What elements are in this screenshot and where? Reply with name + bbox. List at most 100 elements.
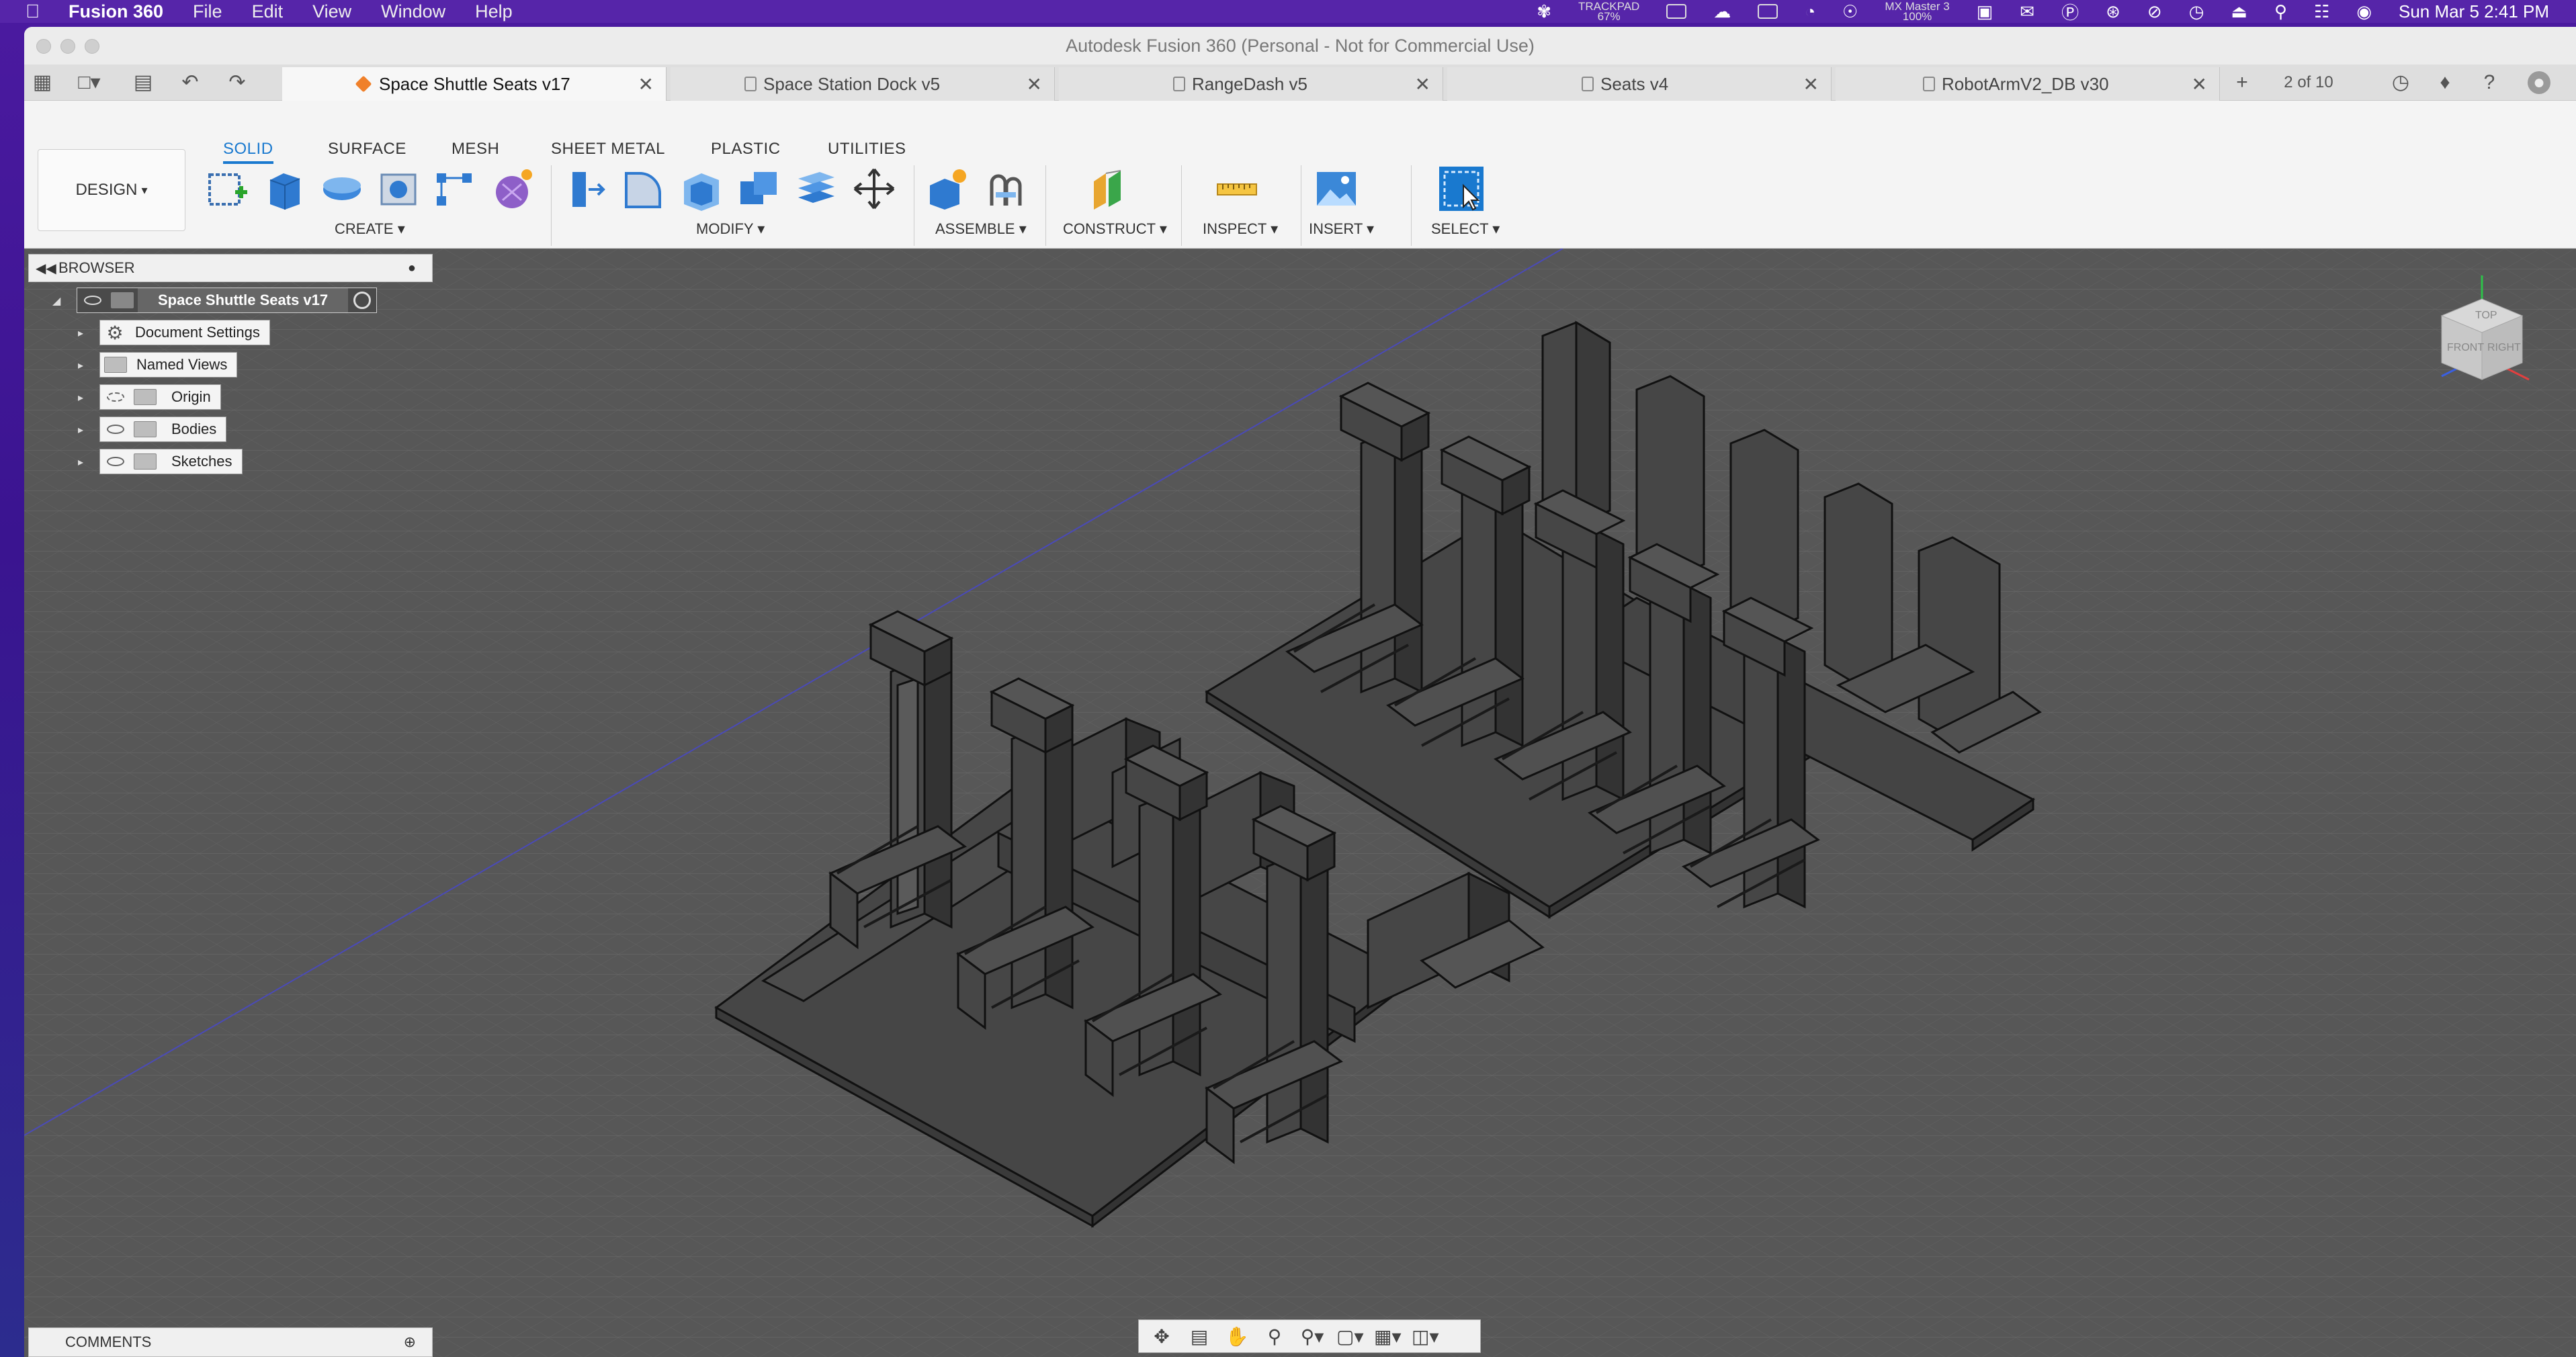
revolve-icon[interactable] (318, 165, 366, 212)
expand-icon[interactable]: ▸ (78, 423, 83, 437)
assemble-menu[interactable]: ASSEMBLE ▾ (935, 220, 1027, 238)
chat-icon[interactable]: ✉ (2020, 1, 2034, 22)
screen-icon[interactable] (1666, 4, 1687, 19)
redo-icon[interactable]: ↷ (226, 71, 249, 94)
insert-image-icon[interactable] (1313, 165, 1360, 212)
menu-view[interactable]: View (312, 1, 351, 22)
zoom-icon[interactable]: ⚲ (1261, 1325, 1288, 1348)
tab-surface[interactable]: SURFACE (328, 140, 406, 159)
history-icon[interactable]: ◷ (2389, 71, 2412, 94)
close-tab-icon[interactable]: ✕ (1027, 73, 1042, 95)
display-icon[interactable] (1758, 4, 1778, 19)
insert-menu[interactable]: INSERT ▾ (1309, 220, 1374, 238)
grid-settings-icon[interactable]: ▦▾ (1374, 1325, 1402, 1348)
datetime[interactable]: Sun Mar 5 2:41 PM (2399, 1, 2549, 22)
expand-root-icon[interactable]: ◢ (52, 294, 60, 308)
fillet-icon[interactable] (619, 165, 667, 212)
viewports-icon[interactable]: ◫▾ (1412, 1325, 1439, 1348)
avatar[interactable]: ● (2528, 71, 2550, 94)
tab-utilities[interactable]: UTILITIES (828, 140, 906, 159)
apple-menu-icon[interactable]:  (26, 1, 46, 22)
job-status[interactable]: 2 of 10 (2268, 71, 2349, 94)
inspect-menu[interactable]: INSPECT ▾ (1203, 220, 1278, 238)
hidden-eye-icon[interactable] (107, 392, 124, 402)
eject-icon[interactable]: ⏏ (2231, 1, 2247, 22)
browser-item-named-views[interactable]: Named Views (99, 352, 238, 378)
workspace-switcher[interactable]: DESIGN ▾ (38, 149, 185, 231)
mute-icon[interactable]: ⊘ (2147, 1, 2162, 22)
tab-space-shuttle-seats[interactable]: Space Shuttle Seats v17 ✕ (282, 67, 667, 101)
tab-solid[interactable]: SOLID (223, 140, 273, 164)
control-center-icon[interactable]: ☷ (2314, 1, 2329, 22)
create-menu[interactable]: CREATE ▾ (335, 220, 405, 238)
expand-icon[interactable]: ▸ (78, 455, 83, 469)
browser-item-sketches[interactable]: Sketches (99, 449, 243, 474)
construct-menu[interactable]: CONSTRUCT ▾ (1063, 220, 1167, 238)
browser-pin-icon[interactable]: ● (408, 261, 416, 276)
data-panel-grid-icon[interactable]: ▦ (31, 71, 54, 94)
browser-panel-header[interactable]: ◀◀ BROWSER ● (28, 254, 433, 282)
notifications-icon[interactable]: ♦ (2434, 71, 2456, 94)
visibility-eye-icon[interactable] (107, 425, 124, 434)
hole-icon[interactable] (375, 165, 422, 212)
save-icon[interactable]: ▤ (132, 71, 155, 94)
mouse-battery[interactable]: MX Master 3 100% (1885, 1, 1949, 22)
expand-icon[interactable]: ▸ (78, 326, 83, 340)
visibility-eye-icon[interactable] (84, 296, 101, 305)
trackpad-battery[interactable]: TRACKPAD 67% (1578, 1, 1639, 22)
menu-window[interactable]: Window (381, 1, 445, 22)
close-tab-icon[interactable]: ✕ (2192, 73, 2207, 95)
siri-icon[interactable]: ◉ (2356, 1, 2372, 22)
close-tab-icon[interactable]: ✕ (638, 73, 654, 95)
browser-item-document-settings[interactable]: ⚙ Document Settings (99, 320, 270, 345)
undo-icon[interactable]: ↶ (179, 71, 202, 94)
comments-panel[interactable]: COMMENTS ⊕ (28, 1327, 433, 1357)
minimize-window-icon[interactable] (60, 39, 75, 54)
b-app-icon[interactable]: ▣ (1977, 1, 1993, 22)
look-at-icon[interactable]: ▤ (1186, 1325, 1213, 1348)
browser-item-origin[interactable]: Origin (99, 384, 221, 410)
create-sketch-icon[interactable] (204, 165, 251, 212)
tab-sheet-metal[interactable]: SHEET METAL (551, 140, 665, 159)
move-icon[interactable] (851, 165, 898, 212)
combine-icon[interactable] (735, 165, 782, 212)
form-icon[interactable] (489, 165, 536, 212)
file-menu-icon[interactable]: □▾ (78, 71, 101, 94)
modify-menu[interactable]: MODIFY ▾ (696, 220, 765, 238)
tab-mesh[interactable]: MESH (452, 140, 499, 159)
add-comment-icon[interactable]: ⊕ (404, 1333, 416, 1351)
feather-icon[interactable]: ✾ (1537, 1, 1551, 22)
visibility-eye-icon[interactable] (107, 457, 124, 466)
bluetooth-icon[interactable]: ⊛ (2106, 1, 2120, 22)
select-icon[interactable] (1438, 165, 1485, 212)
pie-icon[interactable]: ◔ (1805, 1, 1815, 22)
clock-icon[interactable]: ◷ (2189, 1, 2204, 22)
expand-icon[interactable]: ▸ (78, 359, 83, 372)
tab-plastic[interactable]: PLASTIC (711, 140, 781, 159)
activate-radio-icon[interactable] (353, 292, 372, 309)
expand-icon[interactable]: ▸ (78, 391, 83, 404)
cloud-icon[interactable]: ☁ (1713, 1, 1731, 22)
offset-face-icon[interactable] (793, 165, 840, 212)
shell-icon[interactable] (677, 165, 724, 212)
view-cube[interactable]: TOP FRONT RIGHT (2415, 262, 2549, 396)
tab-rangedash[interactable]: RangeDash v5 ✕ (1059, 67, 1443, 101)
select-menu[interactable]: SELECT ▾ (1431, 220, 1500, 238)
close-tab-icon[interactable]: ✕ (1803, 73, 1819, 95)
pattern-icon[interactable] (431, 165, 478, 212)
zoom-window-icon[interactable] (85, 39, 99, 54)
globe-icon[interactable]: ☉ (1842, 1, 1858, 22)
browser-item-bodies[interactable]: Bodies (99, 417, 227, 442)
model-scene[interactable] (24, 249, 2576, 1357)
search-icon[interactable]: ⚲ (2274, 1, 2287, 22)
menu-help[interactable]: Help (475, 1, 513, 22)
close-window-icon[interactable] (36, 39, 51, 54)
extrude-icon[interactable] (261, 165, 308, 212)
canvas-viewport[interactable]: TOP FRONT RIGHT ◀◀ BROWSER ● ◢ Space Shu… (24, 249, 2576, 1357)
tab-seats[interactable]: Seats v4 ✕ (1447, 67, 1832, 101)
zoom-window-icon[interactable]: ⚲▾ (1299, 1325, 1326, 1348)
display-settings-icon[interactable]: ▢▾ (1336, 1325, 1364, 1348)
joint-icon[interactable] (982, 165, 1029, 212)
help-icon[interactable]: ? (2478, 71, 2501, 94)
tab-space-station-dock[interactable]: Space Station Dock v5 ✕ (671, 67, 1055, 101)
